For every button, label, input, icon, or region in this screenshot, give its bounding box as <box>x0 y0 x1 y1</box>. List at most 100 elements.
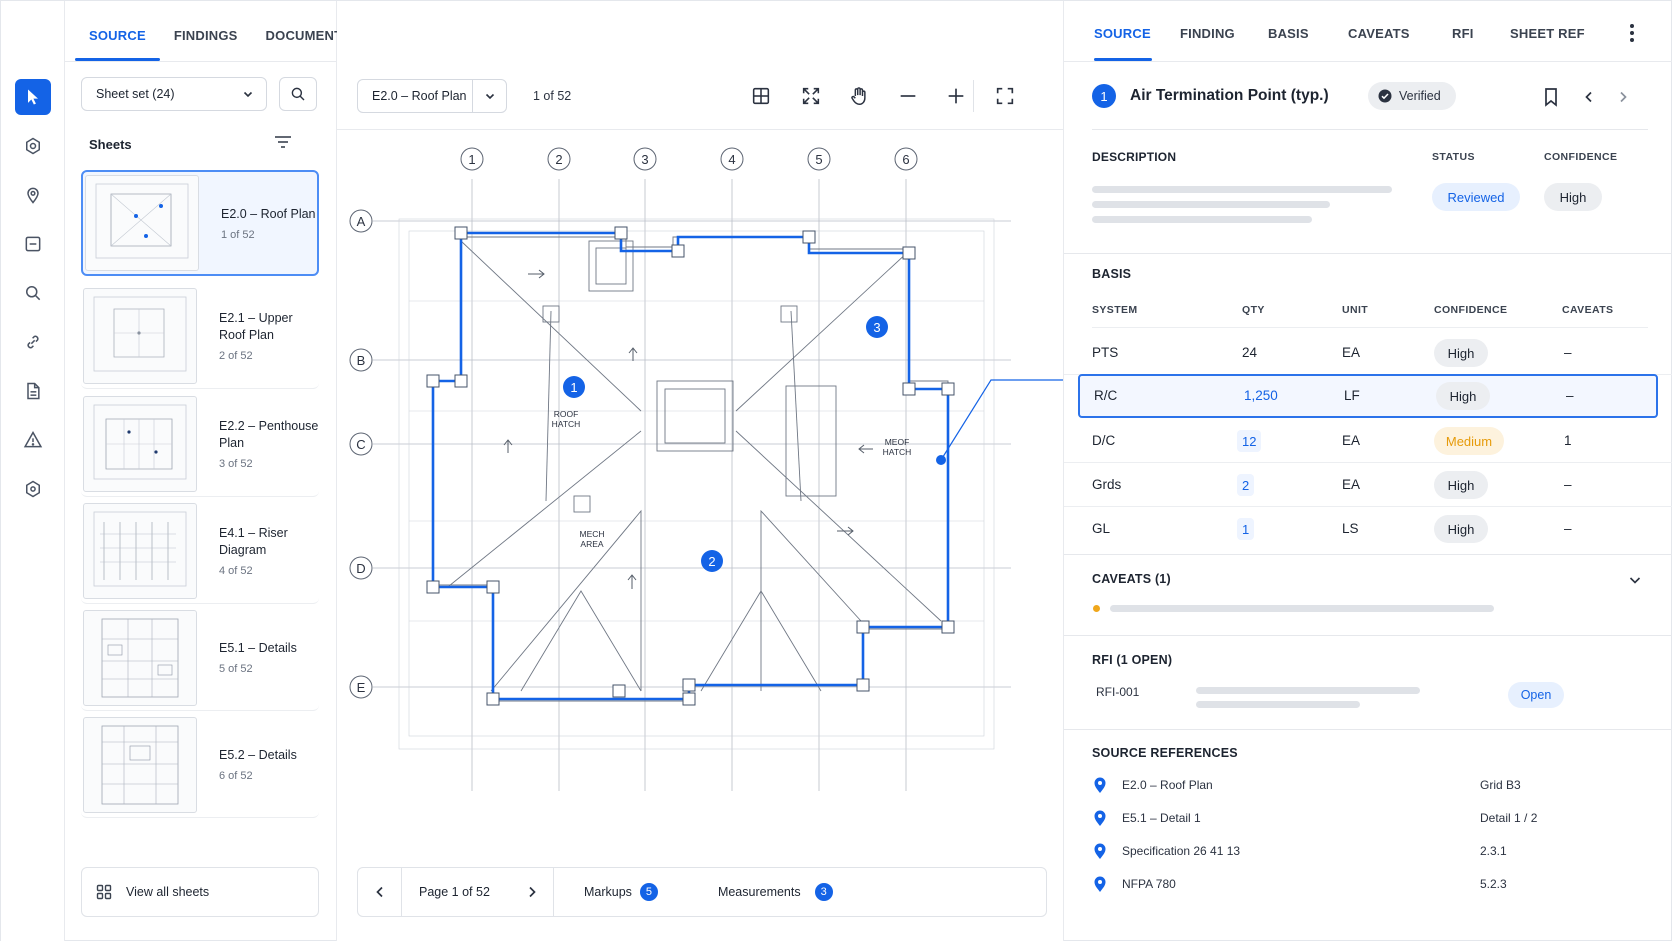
table-row[interactable]: Grds 2 EA High – <box>1064 463 1672 507</box>
grid-col-label: 6 <box>902 152 909 167</box>
measurements-count-badge: 3 <box>814 883 833 901</box>
tab-finding[interactable]: FINDING <box>1180 26 1235 41</box>
more-options-button[interactable] <box>1622 21 1642 45</box>
qty-cell: 24 <box>1242 345 1258 360</box>
sheet-set-select[interactable]: Sheet set (24) <box>81 77 267 111</box>
tab-sheet-ref[interactable]: SHEET REF <box>1510 26 1585 41</box>
view-all-sheets-button[interactable]: View all sheets <box>81 867 319 917</box>
grid-row-label: E <box>357 680 366 695</box>
meof-hatch-label-2: HATCH <box>883 447 912 457</box>
confidence-pill: High <box>1434 471 1488 499</box>
caveats-cell: – <box>1564 477 1572 492</box>
qty-cell[interactable]: 1 <box>1237 518 1255 540</box>
grid-col-bubbles: 1 2 3 4 5 6 <box>460 147 918 171</box>
divider <box>1064 554 1672 555</box>
sheet-card[interactable]: E2.2 – Penthouse Plan 3 of 52 <box>81 391 319 497</box>
rfi-title: RFI (1 OPEN) <box>1092 653 1173 667</box>
sheet-page: 5 of 52 <box>219 663 253 675</box>
location-pin-icon <box>27 187 39 204</box>
description-placeholder-line <box>1092 201 1330 208</box>
unit-cell: LS <box>1342 521 1359 536</box>
prev-page-button[interactable] <box>358 868 402 916</box>
marker-label: 2 <box>708 554 715 569</box>
markups-button[interactable]: Markups 5 <box>584 883 658 901</box>
pan-tool-button[interactable] <box>845 82 873 110</box>
tab-source[interactable]: SOURCE <box>75 28 160 61</box>
source-ref-row[interactable]: E2.0 – Roof Plan Grid B3 <box>1064 776 1672 800</box>
source-ref-row[interactable]: NFPA 780 5.2.3 <box>1064 875 1672 899</box>
sheet-name: E4.1 – Riser Diagram <box>219 525 288 557</box>
grid-col-label: 3 <box>641 152 648 167</box>
minus-box-icon <box>25 236 41 252</box>
tab-basis[interactable]: BASIS <box>1268 26 1309 41</box>
warning-tool-button[interactable] <box>15 422 51 458</box>
chevron-left-icon <box>375 886 383 898</box>
table-row[interactable]: GL 1 LS High – <box>1064 507 1672 551</box>
zoom-in-button[interactable] <box>942 82 970 110</box>
zoom-out-button[interactable] <box>894 82 922 110</box>
description-placeholder-line <box>1092 216 1312 223</box>
col-system: SYSTEM <box>1092 304 1138 316</box>
source-ref-row[interactable]: E5.1 – Detail 1 Detail 1 / 2 <box>1064 809 1672 833</box>
marker-label: 1 <box>570 380 577 395</box>
sheet-card[interactable]: E5.1 – Details 5 of 52 <box>81 605 319 711</box>
sheet-select-toggle[interactable] <box>472 80 506 112</box>
sheet-card[interactable]: E2.0 – Roof Plan 1 of 52 <box>81 170 319 276</box>
verified-label: Verified <box>1399 89 1441 103</box>
grid-view-button[interactable] <box>747 82 775 110</box>
chevron-down-icon[interactable] <box>1628 573 1642 587</box>
source-ref-row[interactable]: Specification 26 41 13 2.3.1 <box>1064 842 1672 866</box>
fullscreen-button[interactable] <box>991 82 1019 110</box>
measure-tool-button[interactable] <box>15 226 51 262</box>
measurements-button[interactable]: Measurements 3 <box>718 883 833 901</box>
tab-rfi[interactable]: RFI <box>1452 26 1474 41</box>
status-pill: Reviewed <box>1432 183 1520 211</box>
tab-source[interactable]: SOURCE <box>1094 26 1151 41</box>
location-tool-button[interactable] <box>15 177 51 213</box>
tab-findings[interactable]: FINDINGS <box>160 28 252 61</box>
sheet-select[interactable]: E2.0 – Roof Plan <box>357 79 507 113</box>
system-tool-button[interactable] <box>15 471 51 507</box>
sheet-card[interactable]: E5.2 – Details 6 of 52 <box>81 712 319 818</box>
link-tool-button[interactable] <box>15 324 51 360</box>
search-icon <box>26 286 41 301</box>
fit-view-button[interactable] <box>797 82 825 110</box>
chevron-right-icon[interactable] <box>1616 90 1630 104</box>
table-row-selected[interactable]: R/C 1,250 LF High – <box>1078 374 1658 418</box>
meof-hatch-label-1: MEOF <box>885 437 910 447</box>
marker-label: 3 <box>873 320 880 335</box>
detail-tabs: SOURCE FINDING BASIS CAVEATS RFI SHEET R… <box>1064 1 1672 62</box>
confidence-label: CONFIDENCE <box>1544 151 1618 163</box>
verified-badge: Verified <box>1368 82 1456 110</box>
qty-cell[interactable]: 2 <box>1237 474 1255 496</box>
filter-icon[interactable] <box>273 134 293 150</box>
bookmark-icon[interactable] <box>1542 87 1560 107</box>
tab-caveats[interactable]: CAVEATS <box>1348 26 1410 41</box>
detail-panel: SOURCE FINDING BASIS CAVEATS RFI SHEET R… <box>1063 1 1672 941</box>
table-row[interactable]: PTS 24 EA High – <box>1064 331 1672 375</box>
confidence-pill: High <box>1434 515 1488 543</box>
grid-row-label: B <box>357 353 366 368</box>
qty-cell[interactable]: 12 <box>1237 430 1262 452</box>
footer-divider <box>553 868 554 916</box>
sheet-search-button[interactable] <box>279 77 317 111</box>
document-tool-button[interactable] <box>15 373 51 409</box>
grid-col-label: 1 <box>468 152 475 167</box>
divider <box>1064 253 1672 254</box>
select-tool-button[interactable] <box>15 79 51 115</box>
next-page-button[interactable] <box>519 868 545 916</box>
table-row[interactable]: D/C 12 EA Medium 1 <box>1064 419 1672 463</box>
settings-tool-button[interactable] <box>15 128 51 164</box>
description-label: DESCRIPTION <box>1092 150 1177 164</box>
search-tool-button[interactable] <box>15 275 51 311</box>
chevron-down-icon <box>485 93 494 100</box>
col-caveats: CAVEATS <box>1562 304 1614 316</box>
rfi-id[interactable]: RFI-001 <box>1096 685 1139 699</box>
sheet-card[interactable]: E4.1 – Riser Diagram 4 of 52 <box>81 498 319 604</box>
location-pin-icon <box>1094 876 1106 892</box>
roof-plan-drawing[interactable]: 1 2 3 4 5 6 A B C D E ROOF HATCH MECH AR… <box>337 131 1063 861</box>
col-qty: QTY <box>1242 304 1265 316</box>
sheet-card[interactable]: E2.1 – Upper Roof Plan 2 of 52 <box>81 283 319 389</box>
chevron-left-icon[interactable] <box>1582 90 1596 104</box>
plus-icon <box>948 88 964 104</box>
